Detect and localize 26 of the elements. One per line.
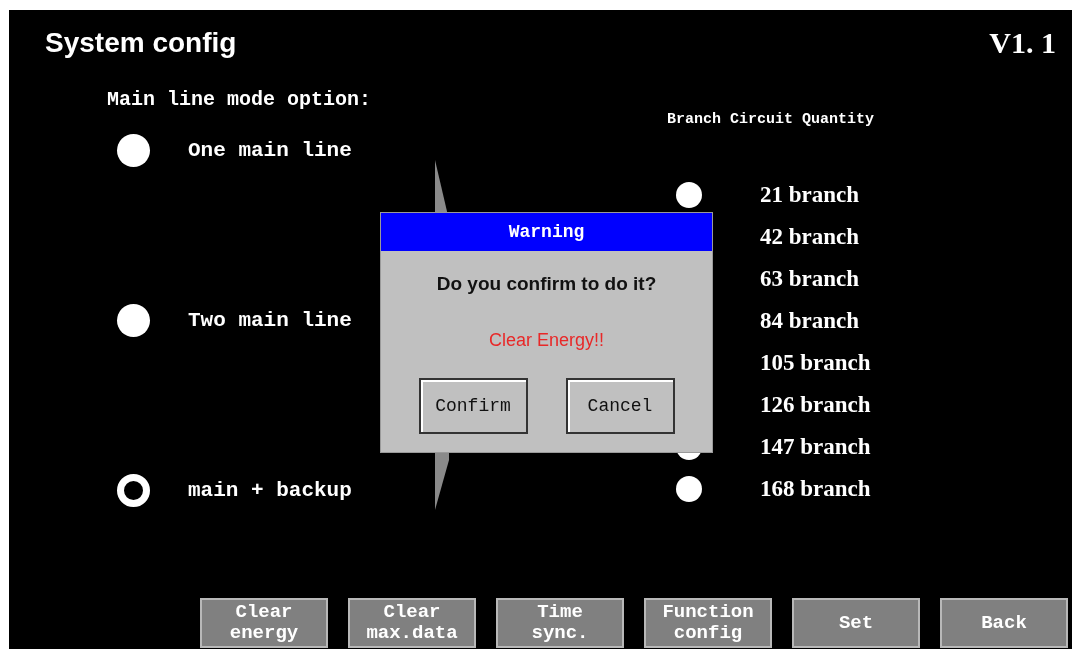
dialog-button[interactable]: Cancel — [565, 378, 675, 434]
toolbar-button[interactable]: Set — [792, 598, 920, 648]
option-label: One main line — [188, 138, 352, 162]
option-label: 21 branch — [760, 182, 860, 208]
version-label: V1. 1 — [989, 25, 1056, 60]
option-label: 126 branch — [760, 392, 871, 418]
toolbar-button[interactable]: Clear energy — [200, 598, 328, 648]
toolbar-button[interactable]: Back — [940, 598, 1068, 648]
dialog-question: Do you confirm to do it? — [436, 273, 657, 295]
option-label: main + backup — [188, 478, 352, 502]
toolbar-button[interactable]: Function config — [644, 598, 772, 648]
option-label: 168 branch — [760, 476, 871, 502]
mode-label: Main line mode option: — [107, 87, 372, 113]
dialog-button[interactable]: Confirm — [418, 378, 528, 434]
dialog-title: Warning — [381, 213, 712, 251]
branch-label: Branch Circuit Quantity — [667, 111, 875, 129]
option-label: 105 branch — [760, 350, 871, 376]
option-label: 147 branch — [760, 434, 871, 460]
option-label: Two main line — [188, 308, 352, 332]
option-label: 63 branch — [760, 266, 860, 292]
toolbar-button[interactable]: Time sync. — [496, 598, 624, 648]
option-label: 84 branch — [760, 308, 860, 334]
option-label: 42 branch — [760, 224, 860, 250]
screen-title: System config — [45, 26, 237, 59]
toolbar-button[interactable]: Clear max.data — [348, 598, 476, 648]
dialog-message: Clear Energy!! — [488, 330, 605, 351]
